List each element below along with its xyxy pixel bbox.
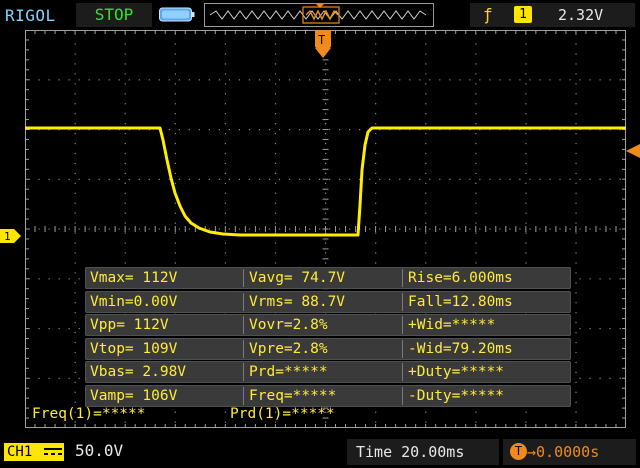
measurement-table: Vmax= 112V Vavg= 74.7V Rise=6.000ms Vmin=0.… [85,267,571,409]
ch1-channel-badge[interactable]: CH1 [4,443,64,461]
svg-text:1: 1 [4,230,11,243]
measurement-value-col-a: Vamp= 106V [90,387,178,404]
measurement-separator [402,316,403,335]
measurement-row: Vtop= 109V Vpre=2.8% -Wid=79.20ms [85,337,571,360]
ch1-ground-marker[interactable]: 1 [0,229,22,243]
measurement-value-col-b: Vpre=2.8% [249,340,328,357]
measurement-separator [402,363,403,382]
measurement-value-col-c: Rise=6.000ms [408,270,513,286]
measurement-value-col-b: Vavg= 74.7V [249,270,346,286]
ch1-label: CH1 [7,444,33,460]
trigger-panel[interactable] [470,3,635,27]
run-stop-status[interactable]: STOP [76,3,152,27]
measurement-separator [243,269,244,287]
trigger-source-badge: 1 [514,6,532,23]
measurement-separator [243,316,244,335]
trigger-offset-icon: T [510,443,527,460]
measurement-value-col-b: Vovr=2.8% [249,317,328,334]
measurement-value-col-a: Vpp= 112V [90,317,169,334]
timebase-readout: Time 20.00ms [356,443,465,461]
trigger-level-readout: 2.32V [558,6,604,24]
measurement-row: Vmax= 112V Vavg= 74.7V Rise=6.000ms [85,267,571,289]
ch1-volts-per-div: 50.0V [75,441,124,460]
measurement-value-col-a: Vtop= 109V [90,340,178,357]
rising-edge-icon: ƒ [483,5,493,24]
svg-text:T: T [318,33,325,47]
statistics-line: Freq(1)=***** Prd(1)=***** [32,406,632,426]
period-stat: Prd(1)=***** [230,406,335,422]
measurement-separator [243,339,244,358]
measurement-value-col-a: Vmax= 112V [90,270,178,286]
measurement-value-col-c: Fall=12.80ms [408,293,513,310]
measurement-row: Vbas= 2.98V Prd=***** +Duty=***** [85,361,571,384]
freq-stat: Freq(1)=***** [32,406,146,422]
measurement-value-col-c: -Duty=***** [408,387,505,404]
measurement-value-col-a: Vbas= 2.98V [90,364,187,381]
measurement-value-col-b: Vrms= 88.7V [249,293,346,310]
measurement-value-col-c: +Wid=***** [408,317,496,334]
trigger-offset-value: 0.0000s [536,443,600,461]
measurement-separator [243,292,244,311]
measurement-row: Vamp= 106V Freq=***** -Duty=***** [85,384,571,407]
dc-coupling-icon [43,448,62,455]
trigger-level-marker[interactable] [626,144,640,158]
measurement-value-col-b: Freq=***** [249,387,337,404]
measurement-separator [243,386,244,405]
measurement-value-col-c: -Wid=79.20ms [408,340,513,357]
measurement-separator [402,339,403,358]
measurement-value-col-b: Prd=***** [249,364,328,381]
measurement-value-col-a: Vmin=0.00V [90,293,178,310]
measurement-row: Vmin=0.00V Vrms= 88.7V Fall=12.80ms [85,290,571,313]
memory-depth-icon [159,7,195,22]
measurement-value-col-c: +Duty=***** [408,364,505,381]
memory-overview-strip[interactable] [204,3,434,27]
trigger-offset-readout: →0.0000s [527,443,600,461]
trigger-position-marker[interactable]: T [313,30,333,60]
measurement-separator [243,363,244,382]
measurement-separator [402,292,403,311]
measurement-row: Vpp= 112V Vovr=2.8% +Wid=***** [85,314,571,337]
measurement-separator [402,269,403,287]
measurement-separator [402,386,403,405]
brand-label: RIGOL [5,6,56,25]
